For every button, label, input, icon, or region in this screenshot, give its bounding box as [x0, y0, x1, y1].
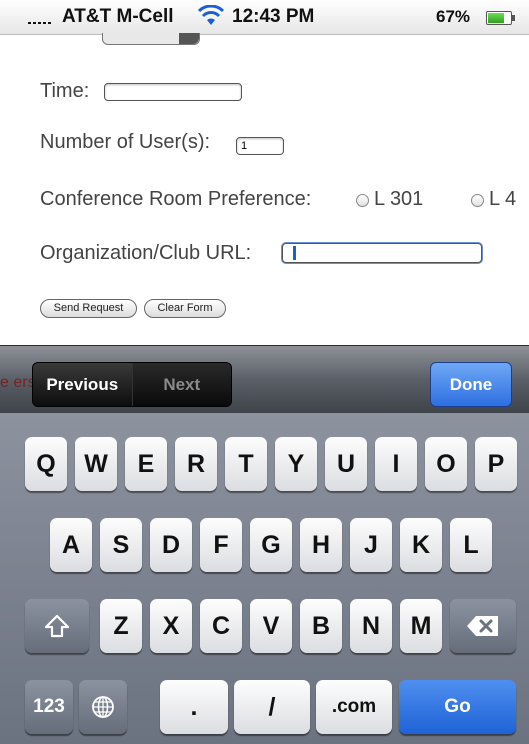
key-a[interactable]: A — [50, 518, 92, 572]
key-d[interactable]: D — [150, 518, 192, 572]
key-i[interactable]: I — [375, 437, 417, 491]
room-option-l4: L 4 — [489, 188, 517, 210]
shift-icon — [44, 614, 70, 638]
key-b[interactable]: B — [300, 599, 342, 653]
key-z[interactable]: Z — [100, 599, 142, 653]
key-w[interactable]: W — [75, 437, 117, 491]
battery-percentage: 67% — [436, 7, 471, 26]
key-x[interactable]: X — [150, 599, 192, 653]
clear-form-button[interactable]: Clear Form — [144, 299, 226, 318]
form-accessory-toolbar: e ersity | Copyright Compl Previous Next… — [0, 345, 529, 414]
carrier-name: AT&T M-Cell — [62, 6, 174, 27]
key-o[interactable]: O — [425, 437, 467, 491]
key-y[interactable]: Y — [275, 437, 317, 491]
key-t[interactable]: T — [225, 437, 267, 491]
delete-key[interactable] — [450, 599, 516, 653]
room-preference-label: Conference Room Preference: — [40, 188, 312, 210]
shift-key[interactable] — [25, 599, 89, 653]
send-request-button[interactable]: Send Request — [40, 299, 137, 318]
key-g[interactable]: G — [250, 518, 292, 572]
dotcom-key[interactable]: .com — [316, 680, 392, 734]
key-k[interactable]: K — [400, 518, 442, 572]
reservation-form: Time: Number of User(s): 1 Conference Ro… — [0, 33, 529, 335]
wifi-icon — [198, 5, 224, 25]
date-select[interactable] — [102, 33, 200, 45]
url-input[interactable] — [282, 243, 482, 263]
globe-key[interactable] — [79, 680, 127, 734]
globe-icon — [92, 696, 114, 718]
time-label: Time: — [40, 80, 90, 102]
key-r[interactable]: R — [175, 437, 217, 491]
previous-button[interactable]: Previous — [33, 363, 133, 406]
dropdown-arrow-icon — [179, 33, 199, 44]
key-p[interactable]: P — [475, 437, 517, 491]
room-radio-l4[interactable] — [471, 194, 484, 207]
key-u[interactable]: U — [325, 437, 367, 491]
key-h[interactable]: H — [300, 518, 342, 572]
key-f[interactable]: F — [200, 518, 242, 572]
room-radio-l301[interactable] — [356, 194, 369, 207]
slash-key[interactable]: / — [234, 680, 310, 734]
delete-icon — [467, 616, 498, 636]
signal-bars-icon — [28, 22, 51, 24]
next-button[interactable]: Next — [132, 363, 231, 406]
key-s[interactable]: S — [100, 518, 142, 572]
key-q[interactable]: Q — [25, 437, 67, 491]
key-v[interactable]: V — [250, 599, 292, 653]
users-input[interactable]: 1 — [236, 137, 284, 155]
go-key[interactable]: Go — [399, 680, 516, 734]
battery-icon — [486, 11, 515, 25]
url-label: Organization/Club URL: — [40, 242, 252, 264]
dot-key[interactable]: . — [160, 680, 228, 734]
clock: 12:43 PM — [232, 6, 315, 27]
key-m[interactable]: M — [400, 599, 442, 653]
keyboard: Q W E R T Y U I O P A S D F G H J K L Z … — [0, 413, 529, 744]
text-cursor — [293, 246, 296, 260]
prev-next-segmented-control: Previous Next — [32, 362, 232, 407]
key-e[interactable]: E — [125, 437, 167, 491]
users-label: Number of User(s): — [40, 131, 211, 153]
room-option-l301: L 301 — [374, 188, 424, 210]
key-n[interactable]: N — [350, 599, 392, 653]
key-l[interactable]: L — [450, 518, 492, 572]
status-bar: AT&T M-Cell 12:43 PM 67% — [0, 0, 529, 35]
time-input[interactable] — [104, 83, 242, 101]
numbers-key[interactable]: 123 — [25, 680, 73, 734]
key-j[interactable]: J — [350, 518, 392, 572]
key-c[interactable]: C — [200, 599, 242, 653]
done-button[interactable]: Done — [430, 362, 512, 407]
